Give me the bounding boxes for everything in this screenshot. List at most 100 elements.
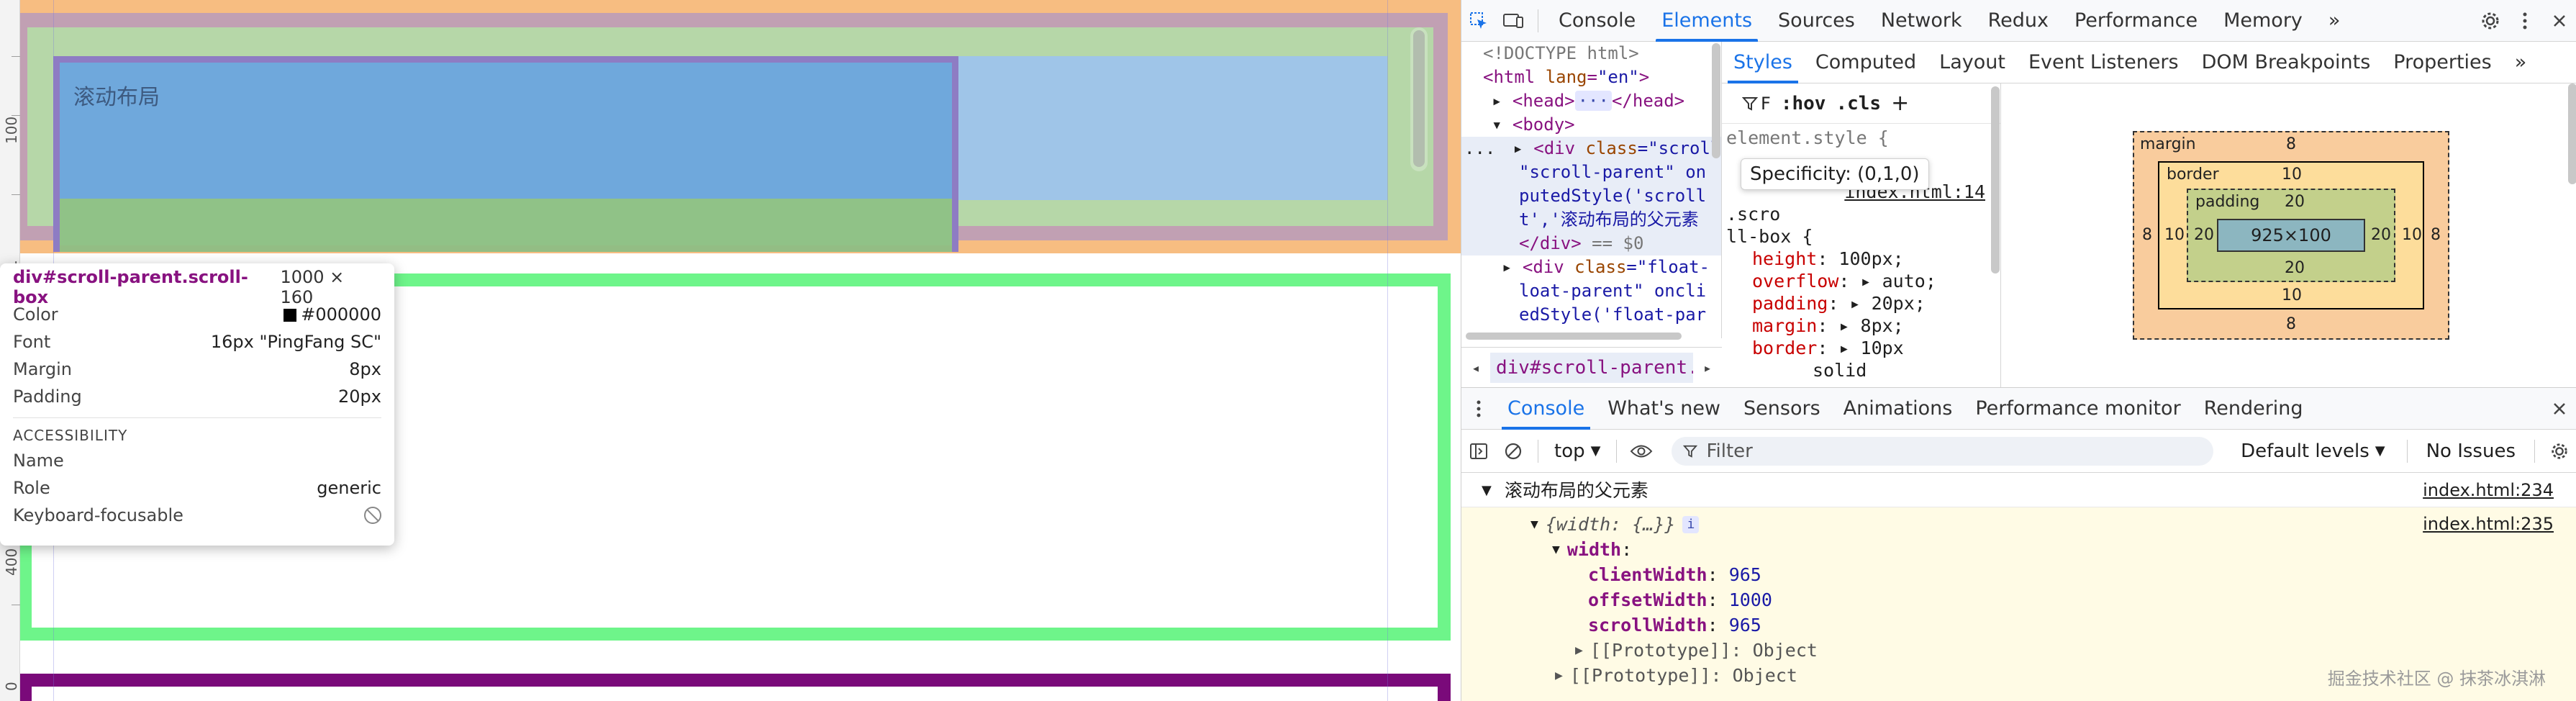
hov-button[interactable]: :hov <box>1781 93 1826 114</box>
settings-gear-icon[interactable] <box>2473 0 2508 42</box>
inspect-element-icon[interactable] <box>1461 0 1496 42</box>
close-drawer-icon[interactable] <box>2542 388 2576 430</box>
tab-elements[interactable]: Elements <box>1648 0 1765 42</box>
breadcrumb-right-icon[interactable]: ▸ <box>1693 359 1722 376</box>
box-model-value[interactable]: 10 <box>2164 226 2185 244</box>
css-declaration[interactable]: height: 100px; <box>1726 248 1992 270</box>
prototype-entry[interactable]: ▶ [[Prototype]]: Object <box>1461 638 2576 663</box>
dom-float-node[interactable]: ▸ <div class="float- loat-parent" oncli … <box>1461 255 1721 327</box>
drawer-tab-console[interactable]: Console <box>1496 388 1596 430</box>
cls-button[interactable]: .cls <box>1836 93 1881 114</box>
box-model-value[interactable]: 20 <box>2194 226 2214 244</box>
box-model-scrollbar[interactable] <box>2568 83 2576 184</box>
dropdown-arrow-icon: ▼ <box>2375 443 2385 458</box>
css-declaration[interactable]: border: ▸ 10px <box>1726 337 1992 359</box>
source-link[interactable]: index.html:234 <box>2423 478 2554 503</box>
add-rule-icon[interactable]: + <box>1891 91 1909 116</box>
box-model-value[interactable]: 8 <box>2431 226 2441 244</box>
box-model-value[interactable]: 8 <box>2286 315 2296 333</box>
device-toolbar-icon[interactable] <box>1496 0 1530 42</box>
context-selector[interactable]: top ▼ <box>1546 440 1609 462</box>
tooltip-key: Margin <box>13 359 72 379</box>
log-levels-dropdown[interactable]: Default levels ▼ <box>2226 440 2399 462</box>
rule-selector[interactable]: .scro <box>1726 203 1992 225</box>
tab-console[interactable]: Console <box>1546 0 1648 42</box>
dom-tree-scrollbar[interactable] <box>1712 43 1720 158</box>
tab-network[interactable]: Network <box>1868 0 1975 42</box>
box-model-value[interactable]: 20 <box>2285 259 2305 277</box>
box-model-value[interactable]: 10 <box>2402 226 2422 244</box>
drawer-tabs: Console What's new Sensors Animations Pe… <box>1461 388 2576 430</box>
drawer-tab-sensors[interactable]: Sensors <box>1732 388 1832 430</box>
tab-sources[interactable]: Sources <box>1765 0 1868 42</box>
drawer-tab-performance-monitor[interactable]: Performance monitor <box>1964 388 2192 430</box>
tab-dom-breakpoints[interactable]: DOM Breakpoints <box>2190 42 2382 83</box>
object-property[interactable]: offsetWidth: 1000 <box>1461 587 2576 612</box>
css-declaration[interactable]: margin: ▸ 8px; <box>1726 315 1992 337</box>
tooltip-key: Font <box>13 332 51 352</box>
css-declaration[interactable]: overflow: ▸ auto; <box>1726 270 1992 292</box>
tab-event-listeners[interactable]: Event Listeners <box>2017 42 2190 83</box>
filter-input-text[interactable]: F <box>1761 94 1771 114</box>
console-settings-gear-icon[interactable] <box>2542 430 2576 472</box>
dom-html-node[interactable]: <html lang="en"> <box>1483 65 1721 89</box>
tab-layout[interactable]: Layout <box>1928 42 2017 83</box>
tab-redux[interactable]: Redux <box>1975 0 2062 42</box>
not-focusable-icon <box>364 507 381 524</box>
object-property[interactable]: clientWidth: 965 <box>1461 562 2576 587</box>
more-tabs-button[interactable]: » <box>2316 0 2354 42</box>
drawer-tab-rendering[interactable]: Rendering <box>2192 388 2315 430</box>
kebab-menu-icon[interactable] <box>2508 0 2542 42</box>
tab-properties[interactable]: Properties <box>2382 42 2503 83</box>
color-swatch-icon <box>284 309 297 322</box>
clear-console-icon[interactable] <box>1496 430 1530 472</box>
dom-head-node[interactable]: ▸ <head> ··· </head> <box>1483 89 1721 113</box>
dom-doctype[interactable]: <!DOCTYPE html> <box>1483 42 1721 65</box>
tab-performance[interactable]: Performance <box>2062 0 2210 42</box>
filter-icon[interactable]: F <box>1742 94 1771 114</box>
tab-memory[interactable]: Memory <box>2210 0 2316 42</box>
styles-scrollbar[interactable] <box>1991 86 2000 273</box>
rule-selector[interactable]: ll-box { <box>1726 225 1992 248</box>
console-group-header[interactable]: ▼ 滚动布局的父元素 index.html:234 <box>1461 474 2576 507</box>
expand-arrow-icon[interactable]: ▼ <box>1482 478 1492 503</box>
source-link[interactable]: index.html:235 <box>2423 512 2554 537</box>
dom-tree-hscrollbar[interactable] <box>1466 333 1682 340</box>
tooltip-key: Padding <box>13 386 82 407</box>
drawer-tab-animations[interactable]: Animations <box>1832 388 1964 430</box>
live-expression-eye-icon[interactable] <box>1624 430 1659 472</box>
drawer-menu-icon[interactable] <box>1461 388 1496 430</box>
sidebar-toggle-icon[interactable] <box>1461 430 1496 472</box>
console-filter-input[interactable]: Filter <box>1672 436 2214 466</box>
tab-computed[interactable]: Computed <box>1804 42 1928 83</box>
box-model-content[interactable]: 925×100 <box>2217 219 2365 252</box>
box-model-diagram: 925×100 margin 8 8 8 8 border 10 10 10 1… <box>2001 83 2576 387</box>
tab-styles[interactable]: Styles <box>1722 42 1804 83</box>
breadcrumb-item[interactable]: div#scroll-parent.sc <box>1490 352 1693 383</box>
box-model-value[interactable]: 20 <box>2371 226 2391 244</box>
css-declaration[interactable]: padding: ▸ 20px; <box>1726 292 1992 315</box>
filter-icon <box>1683 445 1698 458</box>
issues-counter[interactable]: No Issues <box>2415 440 2527 462</box>
ruler-mark: 0 <box>3 682 20 691</box>
page-viewport: 滚动布局 100 400 0 1 div#scroll-parent.scrol… <box>0 0 1461 701</box>
element-style-rule[interactable]: element.style { <box>1726 127 1992 149</box>
object-property-width[interactable]: ▼ width: <box>1461 537 2576 562</box>
info-badge-icon[interactable]: i <box>1682 515 1700 533</box>
object-property[interactable]: scrollWidth: 965 <box>1461 612 2576 638</box>
box-model-value[interactable]: 8 <box>2286 135 2296 153</box>
scroll-parent-scrollbar-thumb[interactable] <box>1413 30 1425 167</box>
drawer-tab-whats-new[interactable]: What's new <box>1596 388 1732 430</box>
dom-body-node[interactable]: ▾ <body> <box>1483 113 1721 137</box>
tooltip-key: Name <box>13 451 64 471</box>
breadcrumb-left-icon[interactable]: ◂ <box>1461 359 1490 376</box>
console-drawer: Console What's new Sensors Animations Pe… <box>1461 387 2576 701</box>
dom-selected-node[interactable]: ... ▸ <div class="scroll "scroll-parent" … <box>1461 137 1721 255</box>
close-devtools-icon[interactable] <box>2542 0 2576 42</box>
box-model-value[interactable]: 10 <box>2282 166 2302 184</box>
box-model-value[interactable]: 8 <box>2142 226 2152 244</box>
object-summary[interactable]: ▼ {width: {…}} i index.html:235 <box>1461 512 2576 537</box>
box-model-value[interactable]: 20 <box>2285 193 2305 211</box>
box-model-value[interactable]: 10 <box>2282 286 2302 304</box>
more-subtabs-button[interactable]: » <box>2503 42 2539 83</box>
